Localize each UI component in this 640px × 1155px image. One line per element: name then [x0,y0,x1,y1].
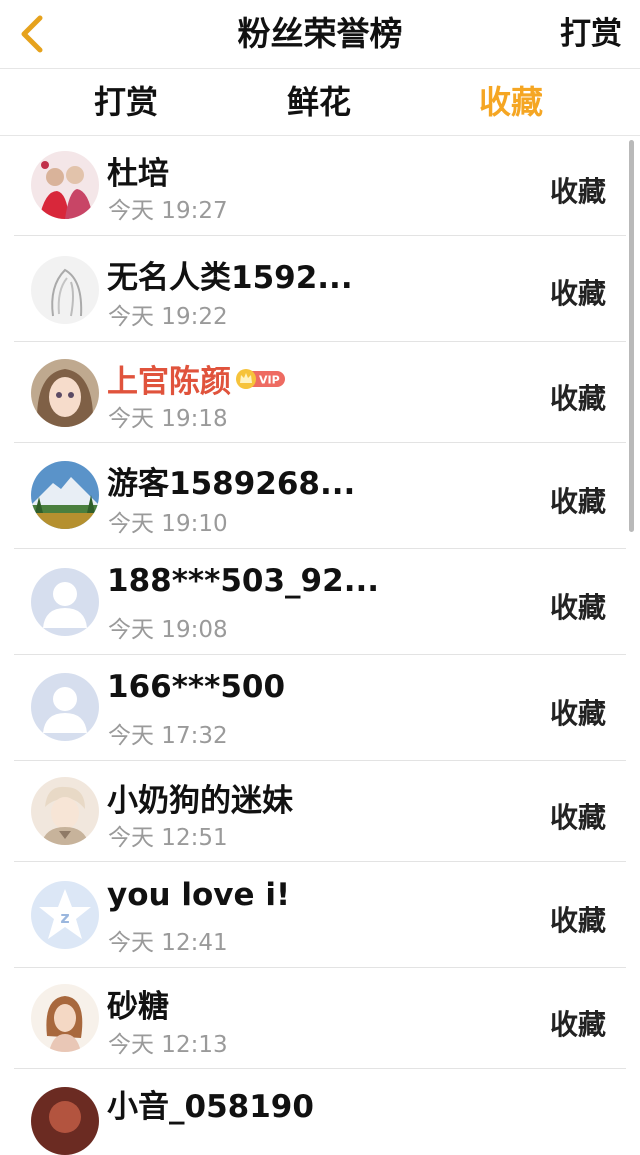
timestamp: 今天 12:51 [108,825,228,851]
action-label: 收藏 [549,277,606,310]
action-label: 收藏 [549,485,606,518]
tab-tip[interactable]: 打赏 [94,69,158,135]
timestamp: 今天 19:10 [108,511,228,537]
list-item[interactable]: 188***503_92... 今天 19:08 收藏 [14,549,626,655]
list-item[interactable]: 砂糖 今天 12:13 收藏 [14,968,626,1069]
chevron-left-icon [21,15,43,53]
default-avatar-icon [31,673,99,741]
tip-button[interactable]: 打赏 [560,0,622,68]
user-name: 小音_058190 [107,1089,314,1125]
list-item[interactable]: 小音_058190 [14,1069,626,1155]
action-label: 收藏 [549,175,606,208]
list-item[interactable]: 杜培 今天 19:27 收藏 [14,136,626,236]
qzone-star-avatar-icon: z [31,881,99,949]
user-name: 小奶狗的迷妹 [107,783,293,819]
list-item[interactable]: 游客1589268... 今天 19:10 收藏 [14,443,626,549]
list-item[interactable]: 166***500 今天 17:32 收藏 [14,655,626,761]
list-item[interactable]: 上官陈颜 VIP 今天 19:18 收藏 [14,342,626,443]
user-name: 上官陈颜 VIP [107,356,287,402]
action-label: 收藏 [549,904,606,937]
sketch-avatar-icon [31,256,99,324]
vip-crown-icon: VIP [236,368,285,389]
timestamp: 今天 19:18 [108,406,228,432]
back-button[interactable] [10,10,54,58]
tab-flowers[interactable]: 鲜花 [287,69,351,135]
tab-bar: 打赏 鲜花 收藏 [0,69,640,136]
scrollbar[interactable] [629,140,634,532]
timestamp: 今天 17:32 [108,723,228,749]
anime-avatar-icon [31,359,99,427]
vip-badge-text: VIP [259,373,280,386]
portrait-avatar-icon [31,984,99,1052]
action-label: 收藏 [549,801,606,834]
action-label: 收藏 [549,382,606,415]
top-nav-bar: 粉丝荣誉榜 打赏 [0,0,640,69]
user-name: 无名人类1592... [107,260,353,296]
user-name-text: 上官陈颜 [107,364,231,400]
list-item[interactable]: z you love i! 今天 12:41 收藏 [14,862,626,968]
user-name: 杜培 [107,156,169,192]
anime-avatar-icon [31,777,99,845]
landscape-avatar-icon [31,461,99,529]
action-label: 收藏 [549,591,606,624]
tab-favorites[interactable]: 收藏 [479,69,543,135]
user-name: 166***500 [107,669,286,705]
default-avatar-icon [31,568,99,636]
vip-badge: VIP [235,363,287,399]
user-name: you love i! [107,877,291,913]
action-label: 收藏 [549,1008,606,1041]
timestamp: 今天 19:27 [108,198,228,224]
svg-text:z: z [60,908,69,927]
list-item[interactable]: 小奶狗的迷妹 今天 12:51 收藏 [14,761,626,862]
user-name: 188***503_92... [107,563,380,599]
timestamp: 今天 19:22 [108,304,228,330]
user-name: 游客1589268... [107,466,356,502]
timestamp: 今天 12:13 [108,1032,228,1058]
timestamp: 今天 12:41 [108,930,228,956]
photo-avatar-icon [31,151,99,219]
timestamp: 今天 19:08 [108,617,228,643]
photo-avatar-icon [31,1087,99,1155]
action-label: 收藏 [549,697,606,730]
page-title: 粉丝荣誉榜 [237,14,403,53]
list-item[interactable]: 无名人类1592... 今天 19:22 收藏 [14,236,626,342]
user-name: 砂糖 [107,989,169,1025]
